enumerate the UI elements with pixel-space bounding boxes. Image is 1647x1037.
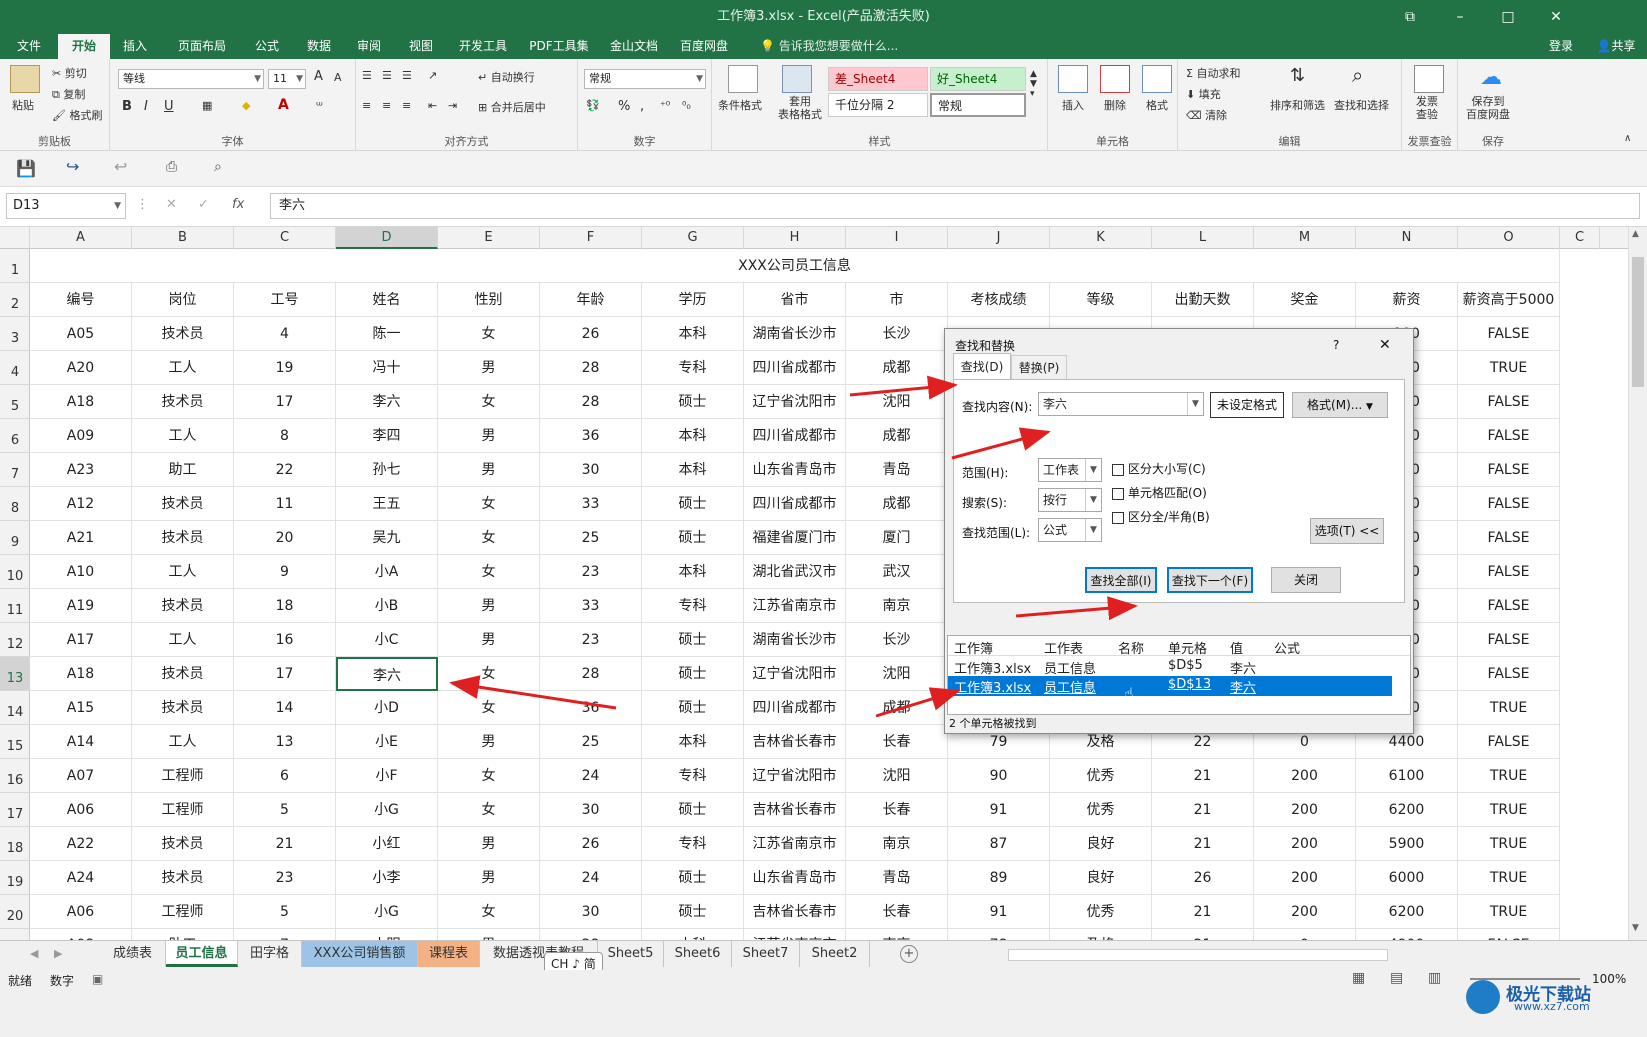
arrow-to-result-row — [875, 687, 961, 718]
arrow-to-find-all — [1015, 596, 1138, 621]
arrow-to-find-input — [951, 427, 1051, 460]
arrow-to-find-tab — [849, 375, 958, 400]
arrow-to-cell-d13 — [449, 675, 617, 710]
annotation-arrows — [449, 375, 1138, 718]
